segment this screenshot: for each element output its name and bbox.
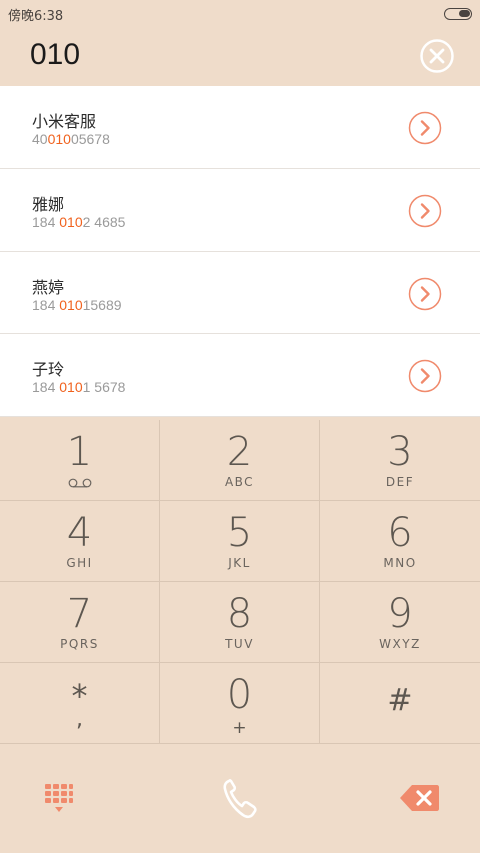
status-bar: 傍晚6:38 <box>0 0 480 28</box>
status-time: 傍晚6:38 <box>8 9 64 24</box>
key-digit: 5 <box>226 510 253 556</box>
key-2[interactable]: 2 ABC <box>160 420 320 501</box>
key-digit: 0 <box>226 672 253 718</box>
list-item[interactable]: 小米客服 4001005678 <box>0 86 480 169</box>
key-symbol: # <box>387 683 413 718</box>
list-item[interactable]: 子玲 184 0101 5678 <box>0 334 480 417</box>
contact-name: 燕婷 <box>32 277 65 297</box>
key-digit: 1 <box>66 429 93 475</box>
close-circle-icon[interactable] <box>420 39 454 73</box>
chevron-right-circle-icon[interactable] <box>408 359 442 393</box>
battery-icon <box>444 8 472 20</box>
backspace-icon[interactable] <box>398 782 440 814</box>
key-7[interactable]: 7 PQRS <box>0 582 160 663</box>
key-sub-symbol: , <box>76 707 83 732</box>
key-hash[interactable]: # <box>320 663 480 744</box>
key-letters: JKL <box>228 556 251 570</box>
contact-number: 4001005678 <box>32 131 110 147</box>
keypad-grid-icon[interactable] <box>43 782 75 814</box>
key-6[interactable]: 6 MNO <box>320 501 480 582</box>
key-letters: MNO <box>383 556 417 570</box>
key-digit: 6 <box>387 510 413 556</box>
list-item[interactable]: 雅娜 184 0102 4685 <box>0 168 480 252</box>
dial-number-input[interactable]: 010 <box>30 38 80 72</box>
contact-name: 雅娜 <box>32 194 65 214</box>
list-item[interactable]: 燕婷 184 01015689 <box>0 251 480 335</box>
key-letters: DEF <box>385 475 415 489</box>
key-digit: 2 <box>226 429 253 475</box>
contact-number: 184 01015689 <box>32 296 122 313</box>
dialer-header: 010 <box>0 28 480 86</box>
key-4[interactable]: 4 GHI <box>0 501 160 582</box>
key-digit: 3 <box>387 429 413 475</box>
key-digit: 7 <box>66 591 93 637</box>
chevron-right-circle-icon[interactable] <box>408 111 442 145</box>
key-sub-symbol: + <box>232 718 247 738</box>
key-letters: WXYZ <box>379 637 421 651</box>
dialer-screen: 傍晚6:38 010 小米客服 4001005678 雅娜 184 0102 4… <box>0 0 480 853</box>
key-digit: 8 <box>226 591 253 637</box>
contact-name: 子玲 <box>32 360 65 380</box>
key-0[interactable]: 0 + <box>160 663 320 744</box>
contact-number: 184 0101 5678 <box>32 379 126 396</box>
key-digit: 9 <box>387 591 413 637</box>
voicemail-icon <box>68 478 92 488</box>
key-letters: GHI <box>66 556 93 570</box>
key-5[interactable]: 5 JKL <box>160 501 320 582</box>
key-star[interactable]: * , <box>0 663 160 744</box>
key-3[interactable]: 3 DEF <box>320 420 480 501</box>
contact-match-list: 小米客服 4001005678 雅娜 184 0102 4685 燕婷 184 … <box>0 86 480 417</box>
contact-number: 184 0102 4685 <box>32 213 126 230</box>
key-9[interactable]: 9 WXYZ <box>320 582 480 663</box>
key-8[interactable]: 8 TUV <box>160 582 320 663</box>
dialer-action-bar <box>0 744 480 853</box>
key-letters: ABC <box>224 475 255 489</box>
key-letters: PQRS <box>60 637 99 651</box>
chevron-right-circle-icon[interactable] <box>408 277 442 311</box>
chevron-right-circle-icon[interactable] <box>408 194 442 228</box>
dial-keypad: 1 2 ABC 3 DEF 4 GHI 5 JKL 6 MNO 7 PQRS 8… <box>0 420 480 744</box>
key-digit: 4 <box>66 510 93 556</box>
key-1[interactable]: 1 <box>0 420 160 501</box>
contact-name: 小米客服 <box>32 112 97 131</box>
key-letters: TUV <box>225 637 254 651</box>
phone-icon[interactable] <box>220 778 258 820</box>
